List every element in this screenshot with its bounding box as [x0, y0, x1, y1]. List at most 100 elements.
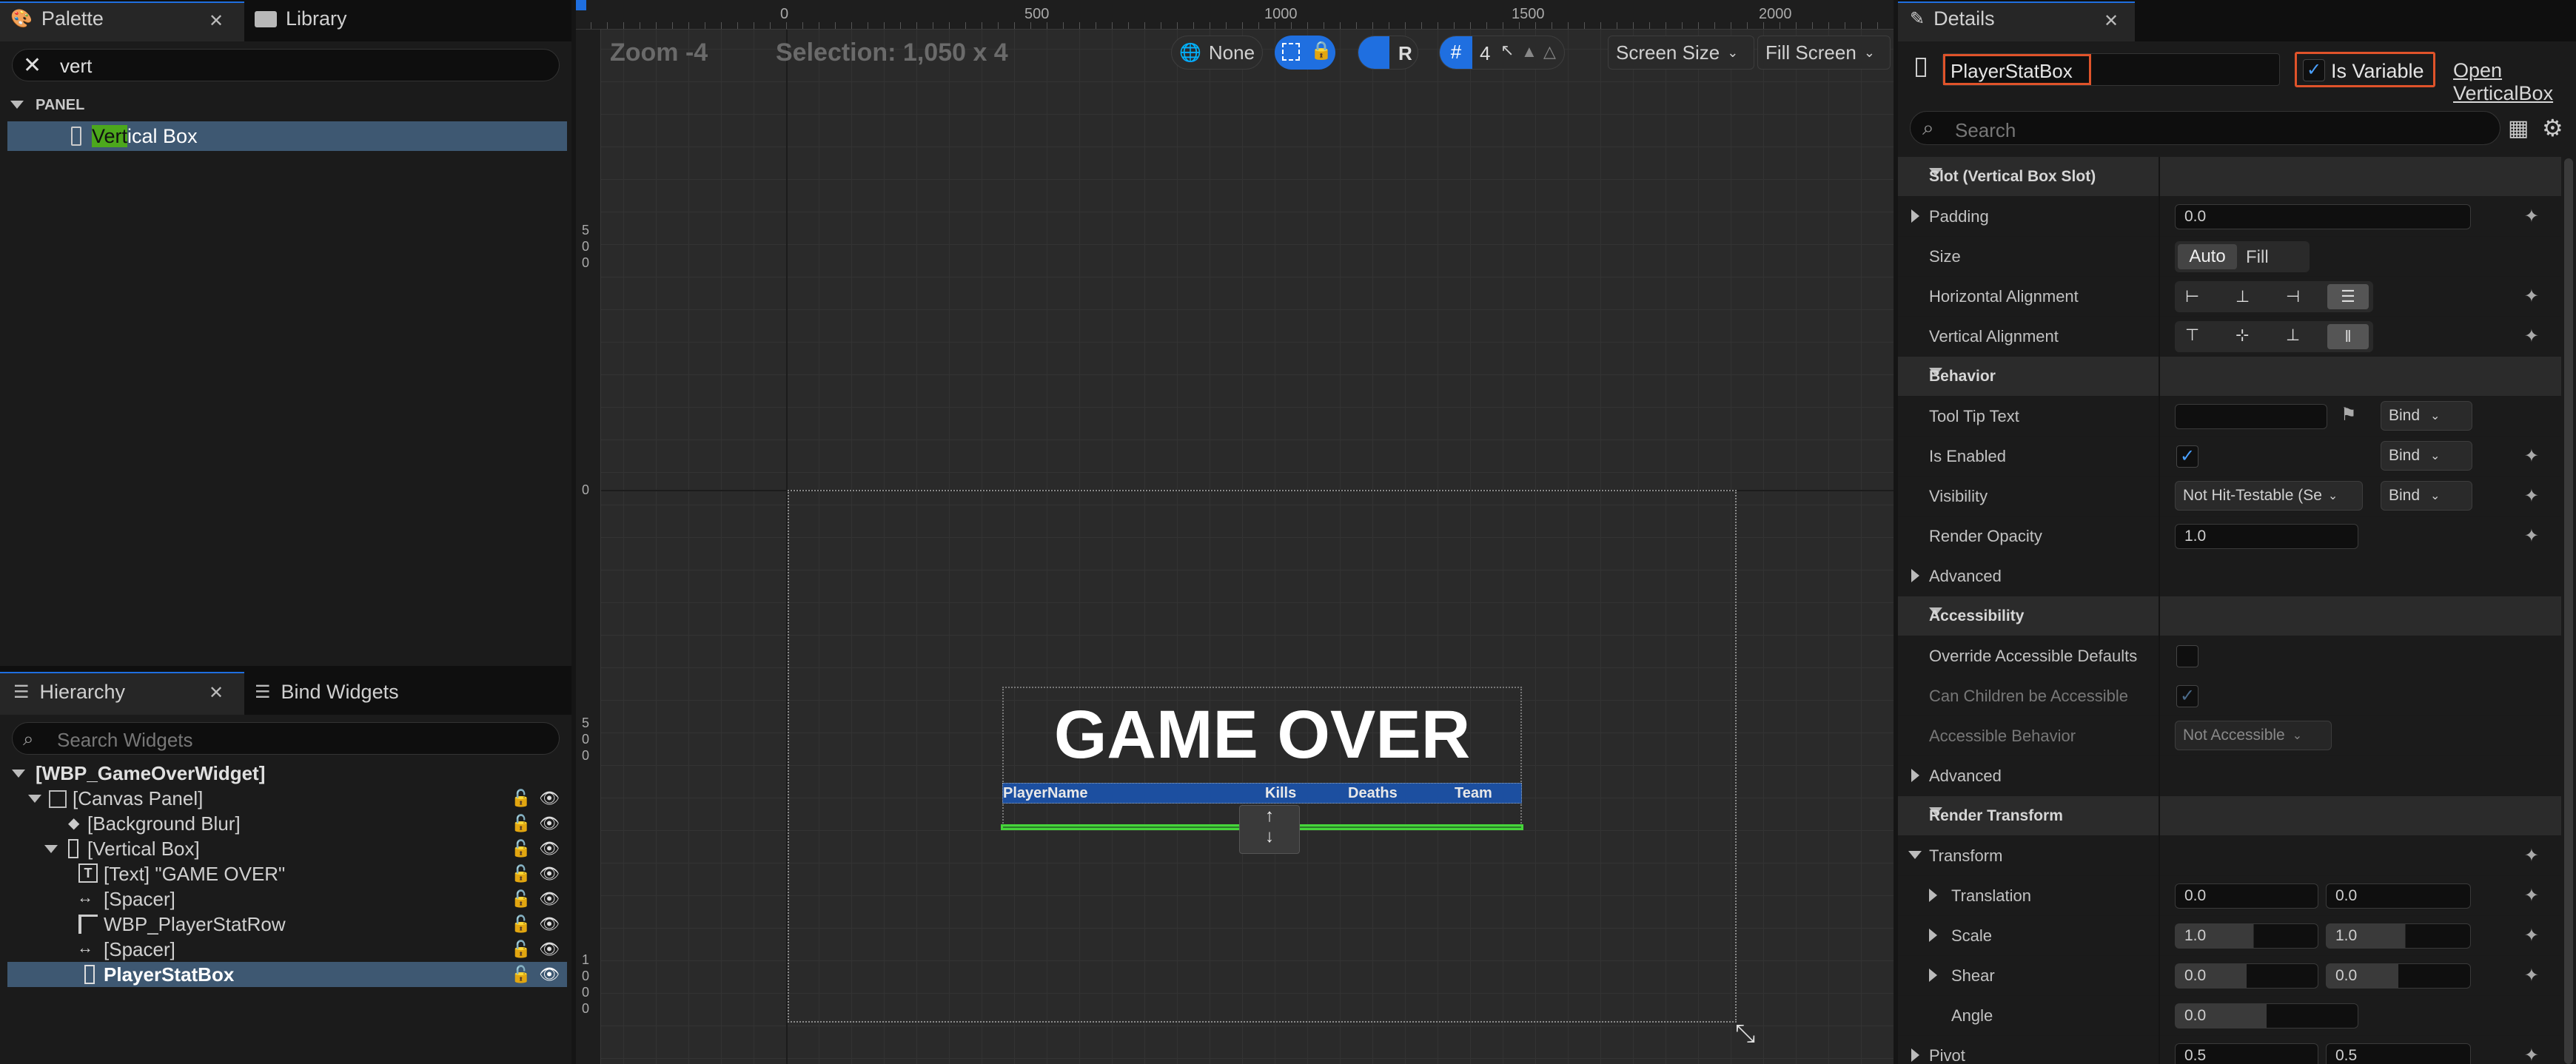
tree-node-background-blur[interactable]: ◆ [Background Blur]: [7, 811, 567, 836]
chevron-down-icon[interactable]: [1908, 851, 1922, 859]
section-slot[interactable]: Slot (Vertical Box Slot): [1898, 157, 2561, 197]
triangle-icon[interactable]: △: [1543, 42, 1556, 61]
reset-icon[interactable]: ✦: [2524, 885, 2539, 906]
reset-icon[interactable]: ✦: [2524, 286, 2539, 307]
chevron-right-icon[interactable]: [1911, 209, 1919, 223]
is-variable-checkbox[interactable]: ✓: [2303, 59, 2325, 81]
tree-node-text[interactable]: T [Text] "GAME OVER": [7, 861, 567, 886]
reset-icon[interactable]: ✦: [2524, 925, 2539, 946]
reset-icon[interactable]: ✦: [2524, 1045, 2539, 1064]
chevron-right-icon[interactable]: [1911, 569, 1919, 582]
palette-item-vertical-box[interactable]: Vertical Box: [7, 121, 567, 151]
selection-tools-group[interactable]: 🔒: [1275, 36, 1335, 70]
lock-icon[interactable]: 🔓: [511, 789, 531, 808]
resize-handle-icon[interactable]: ⤡: [1735, 1020, 1755, 1048]
align-middle-icon[interactable]: ⊹: [2235, 326, 2249, 345]
tree-node-canvas-panel[interactable]: [Canvas Panel]: [7, 786, 567, 811]
chevron-down-icon[interactable]: [28, 795, 41, 803]
shear-x-field[interactable]: 0.0: [2175, 963, 2318, 989]
tree-node-spacer[interactable]: ↔ [Spacer]: [7, 886, 567, 912]
player-stat-row[interactable]: PlayerName Kills Deaths Team: [1002, 783, 1522, 804]
chevron-down-icon[interactable]: [44, 845, 58, 853]
tree-node-player-stat-row[interactable]: WBP_PlayerStatRow: [7, 912, 567, 937]
shear-y-field[interactable]: 0.0: [2326, 963, 2471, 989]
scale-x-field[interactable]: 1.0: [2175, 923, 2318, 949]
respect-locks-toggle[interactable]: R: [1398, 42, 1412, 65]
gear-icon[interactable]: ⚙: [2542, 114, 2563, 142]
lock-icon[interactable]: 🔒: [1310, 40, 1332, 61]
translation-y-field[interactable]: 0.0: [2326, 883, 2471, 909]
enabled-bind-button[interactable]: Bind ⌄: [2381, 441, 2472, 471]
reset-icon[interactable]: ✦: [2524, 206, 2539, 227]
section-accessibility[interactable]: Accessibility: [1898, 596, 2561, 636]
table-view-icon[interactable]: ▦: [2508, 115, 2529, 141]
align-right-icon[interactable]: ⊣: [2286, 287, 2300, 306]
eye-icon[interactable]: 👁: [539, 839, 560, 858]
tree-node-player-stat-box[interactable]: PlayerStatBox: [7, 962, 567, 987]
close-icon[interactable]: ✕: [2104, 10, 2119, 32]
align-left-icon[interactable]: ⊢: [2185, 287, 2199, 306]
override-accessible-checkbox[interactable]: [2176, 645, 2198, 667]
chevron-right-icon[interactable]: [1929, 929, 1937, 942]
grid-size-value[interactable]: 4: [1480, 42, 1490, 65]
layout-tools-group[interactable]: R: [1358, 36, 1418, 70]
palette-search-input[interactable]: ✕ vert: [12, 49, 560, 81]
align-center-icon[interactable]: ⊥: [2235, 287, 2250, 306]
grid-icon[interactable]: #: [1440, 36, 1472, 69]
reset-icon[interactable]: ✦: [2524, 485, 2539, 507]
pivot-y-field[interactable]: 0.5: [2326, 1043, 2471, 1064]
visibility-dropdown[interactable]: Not Hit-Testable (Se ⌄: [2175, 481, 2363, 511]
preview-mode-button[interactable]: 🌐 None: [1171, 36, 1264, 70]
scale-y-field[interactable]: 1.0: [2326, 923, 2471, 949]
library-tab[interactable]: Library: [255, 7, 347, 30]
visibility-bind-button[interactable]: Bind ⌄: [2381, 481, 2472, 511]
chevron-right-icon[interactable]: [1911, 1048, 1919, 1062]
reset-icon[interactable]: ✦: [2524, 445, 2539, 467]
cursor-icon[interactable]: ↖: [1500, 41, 1514, 60]
align-vfill-icon[interactable]: ‖: [2327, 324, 2369, 349]
image-icon[interactable]: ▲: [1521, 42, 1537, 61]
hierarchy-search-input[interactable]: ⌕ Search Widgets: [12, 722, 560, 755]
reset-icon[interactable]: ✦: [2524, 845, 2539, 866]
details-search-input[interactable]: ⌕ Search: [1910, 111, 2500, 145]
layout-icon[interactable]: [1358, 36, 1389, 69]
close-icon[interactable]: ✕: [209, 682, 224, 704]
reset-icon[interactable]: ✦: [2524, 326, 2539, 347]
tree-node-spacer[interactable]: ↔ [Spacer]: [7, 937, 567, 962]
lock-icon[interactable]: 🔓: [511, 814, 531, 833]
angle-field[interactable]: 0.0: [2175, 1003, 2358, 1028]
widget-name-field[interactable]: PlayerStatBox: [1942, 53, 2280, 86]
open-vertical-box-link[interactable]: Open VerticalBox: [2453, 59, 2576, 105]
size-auto-button[interactable]: Auto: [2178, 244, 2237, 269]
lock-icon[interactable]: 🔓: [511, 965, 531, 984]
size-fill-button[interactable]: Fill: [2246, 247, 2269, 268]
is-enabled-checkbox[interactable]: ✓: [2176, 445, 2198, 468]
eye-icon[interactable]: 👁: [539, 915, 560, 934]
move-arrows-icon[interactable]: ↑ ↓: [1239, 805, 1300, 854]
flag-icon[interactable]: ⚑: [2341, 404, 2357, 425]
tree-node-vertical-box[interactable]: [Vertical Box]: [7, 836, 567, 861]
details-scrollbar[interactable]: [2564, 158, 2573, 1064]
prop-advanced-accessibility[interactable]: Advanced: [1898, 756, 2561, 796]
lock-icon[interactable]: 🔓: [511, 889, 531, 909]
eye-icon[interactable]: 👁: [539, 965, 560, 984]
section-render-transform[interactable]: Render Transform: [1898, 796, 2561, 836]
lock-icon[interactable]: 🔓: [511, 864, 531, 883]
reset-icon[interactable]: ✦: [2524, 965, 2539, 986]
marquee-icon[interactable]: [1282, 43, 1300, 61]
lock-icon[interactable]: 🔓: [511, 839, 531, 858]
fill-screen-dropdown[interactable]: Fill Screen ⌄: [1757, 36, 1891, 70]
eye-icon[interactable]: 👁: [539, 814, 560, 833]
align-top-icon[interactable]: ⊤: [2185, 326, 2199, 345]
padding-field[interactable]: 0.0: [2175, 204, 2471, 229]
lock-icon[interactable]: 🔓: [511, 915, 531, 934]
grid-snap-group[interactable]: # 4 ↖ ▲ △: [1439, 36, 1565, 70]
align-bottom-icon[interactable]: ⊥: [2286, 326, 2300, 345]
chevron-right-icon[interactable]: [1911, 769, 1919, 782]
close-icon[interactable]: ✕: [209, 10, 224, 32]
tooltip-bind-button[interactable]: Bind ⌄: [2381, 401, 2472, 431]
lock-icon[interactable]: 🔓: [511, 940, 531, 959]
section-behavior[interactable]: Behavior: [1898, 357, 2561, 397]
bind-widgets-tab[interactable]: ☰ Bind Widgets: [255, 681, 399, 704]
chevron-right-icon[interactable]: [1929, 889, 1937, 902]
